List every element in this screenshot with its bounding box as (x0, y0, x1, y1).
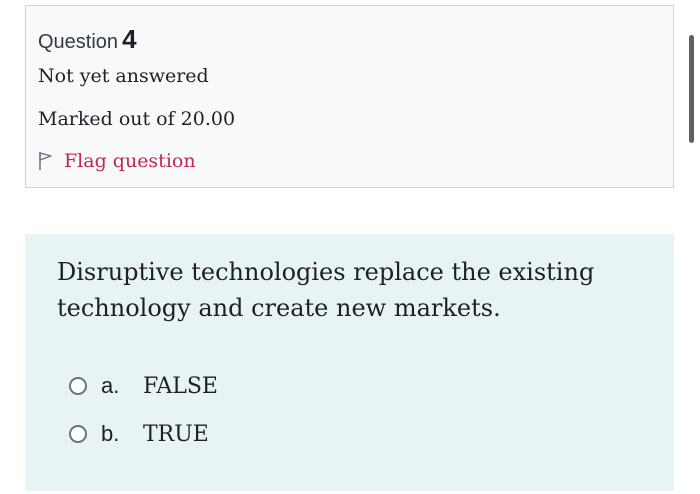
answer-letter: b. (101, 421, 120, 446)
quiz-page: Question 4 Not yet answered Marked out of… (0, 0, 700, 494)
question-number: 4 (122, 24, 137, 54)
question-text-line: technology and create new markets. (57, 294, 501, 322)
question-text: Disruptive technologies replace the exis… (57, 254, 637, 326)
flag-icon (38, 151, 54, 171)
scrollbar-thumb[interactable] (689, 35, 694, 143)
question-grade: Marked out of 20.00 (38, 108, 236, 130)
question-state: Not yet answered (38, 65, 209, 87)
answer-text: FALSE (143, 373, 218, 399)
answer-text: TRUE (143, 421, 209, 447)
answer-option-a[interactable]: a. FALSE (69, 373, 218, 399)
flag-question-label: Flag question (64, 150, 196, 172)
radio-icon[interactable] (69, 425, 87, 443)
answer-letter: a. (101, 373, 120, 398)
question-info-panel: Question 4 Not yet answered Marked out of… (25, 5, 674, 188)
question-label: Question (38, 31, 119, 53)
flag-question-link[interactable]: Flag question (38, 150, 196, 172)
question-text-line: Disruptive technologies replace the exis… (57, 258, 595, 286)
question-heading: Question 4 (38, 24, 137, 55)
radio-icon[interactable] (69, 377, 87, 395)
answer-option-b[interactable]: b. TRUE (69, 421, 209, 447)
question-content: Disruptive technologies replace the exis… (25, 234, 674, 491)
